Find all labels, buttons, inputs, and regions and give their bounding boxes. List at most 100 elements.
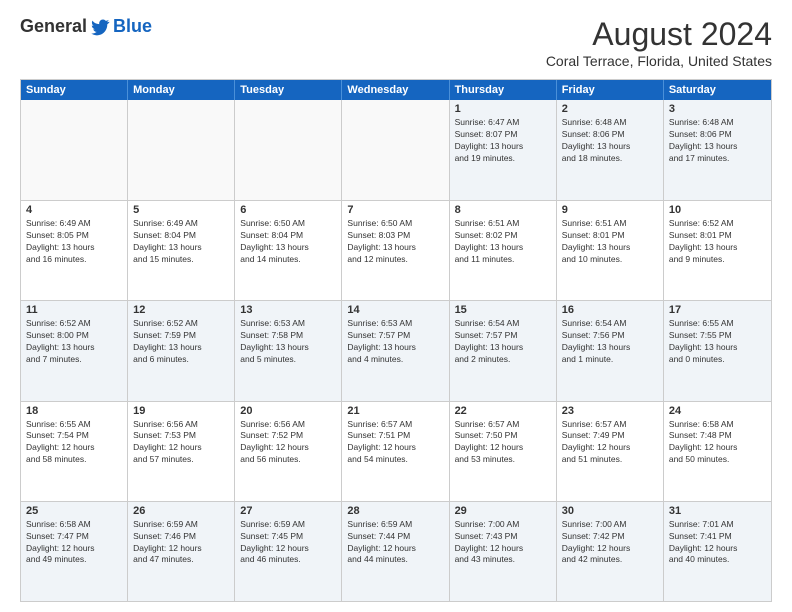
day-info: Sunrise: 7:01 AM Sunset: 7:41 PM Dayligh…	[669, 519, 766, 567]
calendar-cell: 21 Sunrise: 6:57 AM Sunset: 7:51 PM Dayli…	[342, 402, 449, 501]
day-info: Sunrise: 6:55 AM Sunset: 7:54 PM Dayligh…	[26, 419, 122, 467]
day-info: Sunrise: 6:54 AM Sunset: 7:57 PM Dayligh…	[455, 318, 551, 366]
day-info: Sunrise: 6:52 AM Sunset: 8:01 PM Dayligh…	[669, 218, 766, 266]
calendar-cell: 13Sunrise: 6:53 AM Sunset: 7:58 PM Dayli…	[235, 301, 342, 400]
calendar-day-header: Friday	[557, 80, 664, 100]
logo: General Blue	[20, 16, 152, 37]
calendar-cell	[235, 100, 342, 200]
calendar-cell: 8 Sunrise: 6:51 AM Sunset: 8:02 PM Daylig…	[450, 201, 557, 300]
calendar-cell: 22 Sunrise: 6:57 AM Sunset: 7:50 PM Dayli…	[450, 402, 557, 501]
calendar-cell: 26Sunrise: 6:59 AM Sunset: 7:46 PM Dayli…	[128, 502, 235, 601]
day-info: Sunrise: 6:57 AM Sunset: 7:51 PM Dayligh…	[347, 419, 443, 467]
day-number: 7	[347, 204, 443, 216]
calendar-cell: 30 Sunrise: 7:00 AM Sunset: 7:42 PM Dayli…	[557, 502, 664, 601]
month-year: August 2024	[546, 16, 772, 53]
calendar-cell: 4Sunrise: 6:49 AM Sunset: 8:05 PM Daylig…	[21, 201, 128, 300]
calendar-body: 1 Sunrise: 6:47 AM Sunset: 8:07 PM Daylig…	[21, 100, 771, 601]
day-number: 30	[562, 505, 658, 517]
day-info: Sunrise: 6:47 AM Sunset: 8:07 PM Dayligh…	[455, 117, 551, 165]
day-number: 20	[240, 405, 336, 417]
day-info: Sunrise: 6:51 AM Sunset: 8:02 PM Dayligh…	[455, 218, 551, 266]
day-info: Sunrise: 6:57 AM Sunset: 7:49 PM Dayligh…	[562, 419, 658, 467]
calendar-cell: 25 Sunrise: 6:58 AM Sunset: 7:47 PM Dayli…	[21, 502, 128, 601]
day-number: 29	[455, 505, 551, 517]
day-number: 28	[347, 505, 443, 517]
day-number: 19	[133, 405, 229, 417]
calendar-cell: 27 Sunrise: 6:59 AM Sunset: 7:45 PM Dayli…	[235, 502, 342, 601]
day-number: 18	[26, 405, 122, 417]
day-info: Sunrise: 6:59 AM Sunset: 7:45 PM Dayligh…	[240, 519, 336, 567]
calendar-cell: 15 Sunrise: 6:54 AM Sunset: 7:57 PM Dayli…	[450, 301, 557, 400]
calendar-cell: 1 Sunrise: 6:47 AM Sunset: 8:07 PM Daylig…	[450, 100, 557, 200]
day-info: Sunrise: 7:00 AM Sunset: 7:42 PM Dayligh…	[562, 519, 658, 567]
day-info: Sunrise: 6:50 AM Sunset: 8:04 PM Dayligh…	[240, 218, 336, 266]
day-info: Sunrise: 6:52 AM Sunset: 7:59 PM Dayligh…	[133, 318, 229, 366]
calendar-cell: 24Sunrise: 6:58 AM Sunset: 7:48 PM Dayli…	[664, 402, 771, 501]
day-number: 2	[562, 103, 658, 115]
day-number: 13	[240, 304, 336, 316]
calendar-cell: 12Sunrise: 6:52 AM Sunset: 7:59 PM Dayli…	[128, 301, 235, 400]
calendar-cell: 6Sunrise: 6:50 AM Sunset: 8:04 PM Daylig…	[235, 201, 342, 300]
calendar-cell: 23 Sunrise: 6:57 AM Sunset: 7:49 PM Dayli…	[557, 402, 664, 501]
calendar-day-header: Thursday	[450, 80, 557, 100]
day-info: Sunrise: 6:54 AM Sunset: 7:56 PM Dayligh…	[562, 318, 658, 366]
title-section: August 2024 Coral Terrace, Florida, Unit…	[546, 16, 772, 69]
page: General Blue August 2024 Coral Terrace, …	[0, 0, 792, 612]
day-info: Sunrise: 6:50 AM Sunset: 8:03 PM Dayligh…	[347, 218, 443, 266]
calendar-row: 11 Sunrise: 6:52 AM Sunset: 8:00 PM Dayli…	[21, 300, 771, 400]
day-number: 4	[26, 204, 122, 216]
header: General Blue August 2024 Coral Terrace, …	[20, 16, 772, 69]
day-info: Sunrise: 6:51 AM Sunset: 8:01 PM Dayligh…	[562, 218, 658, 266]
day-info: Sunrise: 7:00 AM Sunset: 7:43 PM Dayligh…	[455, 519, 551, 567]
day-number: 31	[669, 505, 766, 517]
day-info: Sunrise: 6:57 AM Sunset: 7:50 PM Dayligh…	[455, 419, 551, 467]
day-info: Sunrise: 6:58 AM Sunset: 7:48 PM Dayligh…	[669, 419, 766, 467]
day-number: 14	[347, 304, 443, 316]
logo-bird-icon	[91, 17, 111, 37]
day-number: 22	[455, 405, 551, 417]
calendar-cell: 16Sunrise: 6:54 AM Sunset: 7:56 PM Dayli…	[557, 301, 664, 400]
calendar-cell	[21, 100, 128, 200]
calendar-cell: 3Sunrise: 6:48 AM Sunset: 8:06 PM Daylig…	[664, 100, 771, 200]
calendar-cell: 29 Sunrise: 7:00 AM Sunset: 7:43 PM Dayli…	[450, 502, 557, 601]
calendar-cell	[342, 100, 449, 200]
calendar-day-header: Sunday	[21, 80, 128, 100]
day-info: Sunrise: 6:52 AM Sunset: 8:00 PM Dayligh…	[26, 318, 122, 366]
day-number: 21	[347, 405, 443, 417]
day-info: Sunrise: 6:49 AM Sunset: 8:04 PM Dayligh…	[133, 218, 229, 266]
day-number: 26	[133, 505, 229, 517]
calendar-cell: 11 Sunrise: 6:52 AM Sunset: 8:00 PM Dayli…	[21, 301, 128, 400]
calendar-row: 25 Sunrise: 6:58 AM Sunset: 7:47 PM Dayli…	[21, 501, 771, 601]
calendar-cell: 2Sunrise: 6:48 AM Sunset: 8:06 PM Daylig…	[557, 100, 664, 200]
calendar-cell: 9 Sunrise: 6:51 AM Sunset: 8:01 PM Daylig…	[557, 201, 664, 300]
day-info: Sunrise: 6:53 AM Sunset: 7:57 PM Dayligh…	[347, 318, 443, 366]
calendar: SundayMondayTuesdayWednesdayThursdayFrid…	[20, 79, 772, 602]
calendar-cell: 10 Sunrise: 6:52 AM Sunset: 8:01 PM Dayli…	[664, 201, 771, 300]
day-info: Sunrise: 6:58 AM Sunset: 7:47 PM Dayligh…	[26, 519, 122, 567]
calendar-cell: 17Sunrise: 6:55 AM Sunset: 7:55 PM Dayli…	[664, 301, 771, 400]
calendar-row: 18 Sunrise: 6:55 AM Sunset: 7:54 PM Dayli…	[21, 401, 771, 501]
calendar-header: SundayMondayTuesdayWednesdayThursdayFrid…	[21, 80, 771, 100]
day-number: 9	[562, 204, 658, 216]
day-number: 8	[455, 204, 551, 216]
logo-general-text: General	[20, 16, 87, 37]
day-number: 1	[455, 103, 551, 115]
calendar-day-header: Saturday	[664, 80, 771, 100]
calendar-row: 1 Sunrise: 6:47 AM Sunset: 8:07 PM Daylig…	[21, 100, 771, 200]
day-number: 25	[26, 505, 122, 517]
calendar-cell	[128, 100, 235, 200]
day-number: 11	[26, 304, 122, 316]
logo-blue-text: Blue	[113, 16, 152, 37]
location: Coral Terrace, Florida, United States	[546, 53, 772, 69]
day-info: Sunrise: 6:56 AM Sunset: 7:53 PM Dayligh…	[133, 419, 229, 467]
calendar-day-header: Monday	[128, 80, 235, 100]
day-number: 17	[669, 304, 766, 316]
day-number: 23	[562, 405, 658, 417]
day-number: 15	[455, 304, 551, 316]
calendar-cell: 28Sunrise: 6:59 AM Sunset: 7:44 PM Dayli…	[342, 502, 449, 601]
calendar-cell: 5Sunrise: 6:49 AM Sunset: 8:04 PM Daylig…	[128, 201, 235, 300]
day-number: 27	[240, 505, 336, 517]
calendar-cell: 18 Sunrise: 6:55 AM Sunset: 7:54 PM Dayli…	[21, 402, 128, 501]
calendar-row: 4Sunrise: 6:49 AM Sunset: 8:05 PM Daylig…	[21, 200, 771, 300]
day-number: 10	[669, 204, 766, 216]
